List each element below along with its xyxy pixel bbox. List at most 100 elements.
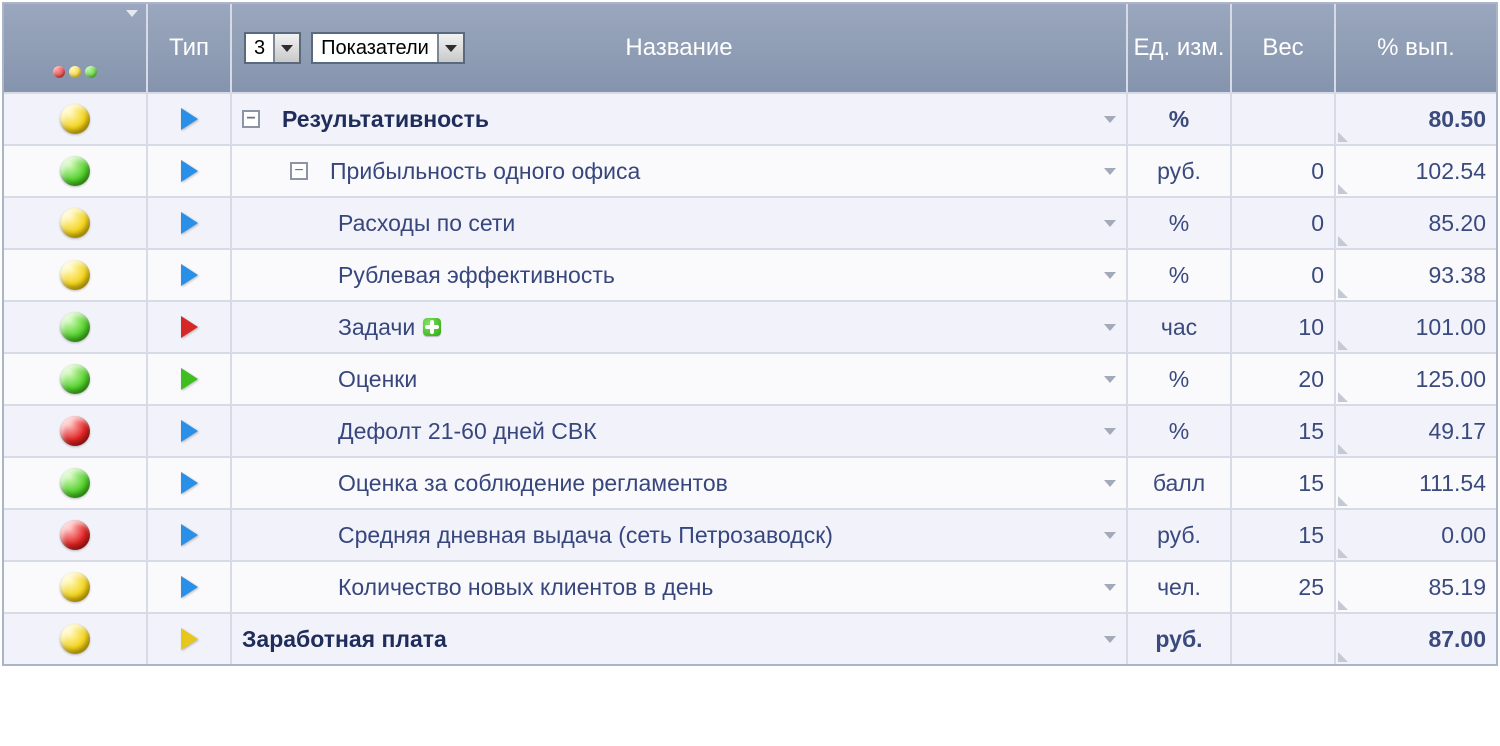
pct-value: 85.19 [1428, 574, 1486, 601]
status-cell [4, 146, 148, 196]
unit-cell: % [1128, 354, 1232, 404]
header-unit[interactable]: Ед. изм. [1128, 4, 1232, 92]
name-cell[interactable]: Средняя дневная выдача (сеть Петрозаводс… [232, 510, 1128, 560]
resize-handle-icon [1338, 184, 1348, 194]
weight-value: 15 [1298, 522, 1324, 549]
unit-cell: руб. [1128, 614, 1232, 664]
table-row: Дефолт 21-60 дней СВК%1549.17 [4, 404, 1496, 456]
row-menu-caret-icon[interactable] [1104, 324, 1116, 331]
pct-cell[interactable]: 93.38 [1336, 250, 1496, 300]
status-orb-icon [60, 260, 90, 290]
status-orb-icon [60, 364, 90, 394]
row-name-label: Задачи [338, 313, 415, 342]
row-name-label: Расходы по сети [338, 209, 515, 238]
pct-value: 80.50 [1428, 106, 1486, 133]
unit-label: руб. [1155, 626, 1202, 653]
row-menu-caret-icon[interactable] [1104, 168, 1116, 175]
pct-cell[interactable]: 0.00 [1336, 510, 1496, 560]
status-cell [4, 302, 148, 352]
caret-down-icon [126, 10, 138, 17]
status-cell [4, 458, 148, 508]
header-type-label: Тип [169, 34, 209, 62]
name-cell[interactable]: Задачи [232, 302, 1128, 352]
name-cell[interactable]: Рублевая эффективность [232, 250, 1128, 300]
type-arrow-icon [181, 628, 198, 650]
pct-cell[interactable]: 125.00 [1336, 354, 1496, 404]
row-menu-caret-icon[interactable] [1104, 428, 1116, 435]
name-cell[interactable]: − Прибыльность одного офиса [232, 146, 1128, 196]
header-type[interactable]: Тип [148, 4, 232, 92]
unit-label: руб. [1157, 522, 1201, 549]
set-select[interactable]: Показатели [311, 32, 465, 64]
row-menu-caret-icon[interactable] [1104, 272, 1116, 279]
level-select[interactable]: 3 [244, 32, 301, 64]
header-pct-label: % вып. [1377, 34, 1455, 62]
type-cell [148, 198, 232, 248]
name-cell[interactable]: − Результативность [232, 94, 1128, 144]
pct-value: 93.38 [1428, 262, 1486, 289]
weight-cell: 15 [1232, 510, 1336, 560]
unit-label: % [1169, 106, 1189, 133]
name-cell[interactable]: Расходы по сети [232, 198, 1128, 248]
pct-cell[interactable]: 85.20 [1336, 198, 1496, 248]
weight-cell: 0 [1232, 146, 1336, 196]
pct-cell[interactable]: 102.54 [1336, 146, 1496, 196]
unit-cell: % [1128, 406, 1232, 456]
name-cell[interactable]: Оценка за соблюдение регламентов [232, 458, 1128, 508]
pct-cell[interactable]: 85.19 [1336, 562, 1496, 612]
pct-cell[interactable]: 80.50 [1336, 94, 1496, 144]
pct-value: 87.00 [1428, 626, 1486, 653]
weight-cell [1232, 614, 1336, 664]
type-arrow-icon [181, 160, 198, 182]
type-cell [148, 250, 232, 300]
expand-toggle[interactable]: − [242, 110, 260, 128]
add-icon[interactable] [423, 318, 441, 336]
pct-value: 0.00 [1441, 522, 1486, 549]
header-pct[interactable]: % вып. [1336, 4, 1496, 92]
status-cell [4, 198, 148, 248]
pct-cell[interactable]: 111.54 [1336, 458, 1496, 508]
row-menu-caret-icon[interactable] [1104, 480, 1116, 487]
expand-toggle[interactable]: − [290, 162, 308, 180]
name-cell[interactable]: Заработная плата [232, 614, 1128, 664]
pct-value: 102.54 [1416, 158, 1486, 185]
table-row: Оценка за соблюдение регламентовбалл1511… [4, 456, 1496, 508]
row-menu-caret-icon[interactable] [1104, 376, 1116, 383]
weight-value: 0 [1311, 262, 1324, 289]
row-name-label: Рублевая эффективность [338, 261, 615, 290]
resize-handle-icon [1338, 548, 1348, 558]
table-row: Средняя дневная выдача (сеть Петрозаводс… [4, 508, 1496, 560]
resize-handle-icon [1338, 340, 1348, 350]
row-name-label: Результативность [282, 105, 489, 134]
status-orb-icon [60, 520, 90, 550]
row-menu-caret-icon[interactable] [1104, 532, 1116, 539]
type-arrow-icon [181, 368, 198, 390]
unit-cell: % [1128, 250, 1232, 300]
row-menu-caret-icon[interactable] [1104, 636, 1116, 643]
row-name-label: Прибыльность одного офиса [330, 157, 640, 186]
weight-value: 20 [1298, 366, 1324, 393]
header-status[interactable] [4, 4, 148, 92]
resize-handle-icon [1338, 132, 1348, 142]
row-menu-caret-icon[interactable] [1104, 220, 1116, 227]
row-menu-caret-icon[interactable] [1104, 116, 1116, 123]
type-cell [148, 458, 232, 508]
unit-label: руб. [1157, 158, 1201, 185]
pct-value: 85.20 [1428, 210, 1486, 237]
pct-cell[interactable]: 87.00 [1336, 614, 1496, 664]
name-cell[interactable]: Дефолт 21-60 дней СВК [232, 406, 1128, 456]
weight-cell: 15 [1232, 406, 1336, 456]
pct-cell[interactable]: 101.00 [1336, 302, 1496, 352]
weight-value: 0 [1311, 210, 1324, 237]
resize-handle-icon [1338, 288, 1348, 298]
type-cell [148, 94, 232, 144]
row-name-label: Оценки [338, 365, 417, 394]
weight-cell: 15 [1232, 458, 1336, 508]
name-cell[interactable]: Оценки [232, 354, 1128, 404]
status-orb-icon [60, 468, 90, 498]
name-cell[interactable]: Количество новых клиентов в день [232, 562, 1128, 612]
resize-handle-icon [1338, 392, 1348, 402]
row-menu-caret-icon[interactable] [1104, 584, 1116, 591]
pct-cell[interactable]: 49.17 [1336, 406, 1496, 456]
header-weight[interactable]: Вес [1232, 4, 1336, 92]
